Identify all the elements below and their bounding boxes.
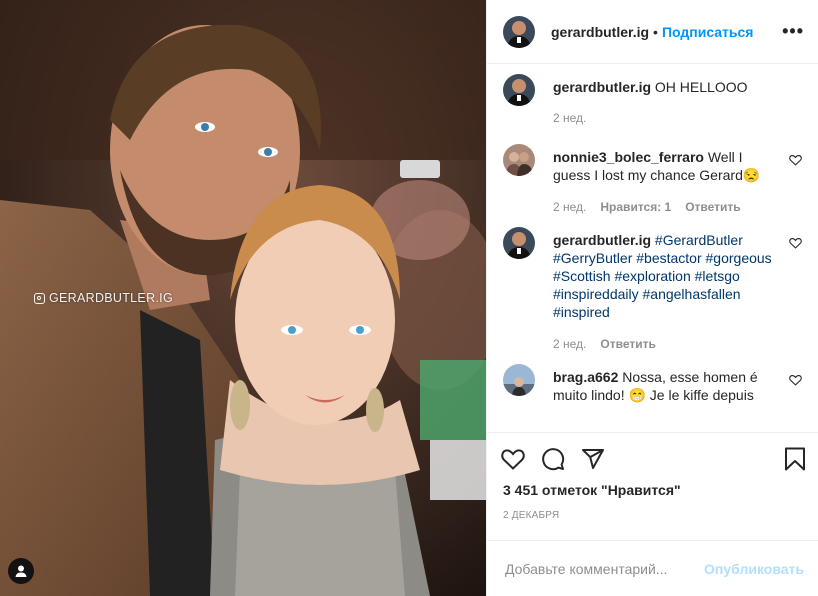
avatar-image — [503, 364, 535, 396]
user-tag-button[interactable] — [8, 558, 34, 584]
comment-username[interactable]: brag.a662 — [553, 369, 618, 385]
user-tag-icon — [15, 565, 27, 577]
comment-username[interactable]: gerardbutler.ig — [553, 79, 651, 95]
avatar-image — [503, 227, 535, 259]
comment-time[interactable]: 2 нед. — [553, 335, 586, 353]
list-item: nonnie3_bolec_ferraro Well I guess I los… — [503, 144, 802, 216]
likes-count[interactable]: 3 451 отметок "Нравится" — [487, 482, 818, 504]
comment-username[interactable]: gerardbutler.ig — [553, 232, 651, 248]
comment-input[interactable] — [503, 559, 705, 578]
reply-button[interactable]: Ответить — [685, 198, 740, 216]
comment-text: OH HELLOOO — [654, 79, 748, 95]
comment-username[interactable]: nonnie3_bolec_ferraro — [553, 149, 704, 165]
comment-icon[interactable] — [541, 447, 565, 471]
comment-time[interactable]: 2 нед. — [553, 109, 586, 127]
avatar-image — [503, 74, 535, 106]
instagram-icon — [34, 292, 45, 304]
post-header: gerardbutler.ig • Подписаться ••• — [487, 0, 818, 64]
avatar[interactable] — [503, 144, 535, 176]
reply-button[interactable]: Ответить — [600, 335, 655, 353]
post-sidebar: gerardbutler.ig • Подписаться ••• gerard… — [486, 0, 818, 596]
photo-watermark: GERARDBUTLER.IG — [34, 291, 173, 305]
watermark-text: GERARDBUTLER.IG — [49, 291, 173, 305]
heart-icon[interactable] — [789, 154, 802, 166]
post-photo[interactable]: GERARDBUTLER.IG — [0, 0, 486, 596]
publish-button[interactable]: Опубликовать — [704, 561, 804, 577]
avatar[interactable] — [503, 364, 535, 396]
comment-likes[interactable]: Нравится: 1 — [600, 198, 671, 216]
post-date[interactable]: 2 ДЕКАБРЯ — [487, 504, 818, 540]
post-actions — [487, 432, 818, 484]
heart-icon[interactable] — [789, 237, 802, 249]
heart-icon[interactable] — [789, 374, 802, 386]
separator-dot: • — [653, 23, 658, 40]
more-options-button[interactable]: ••• — [782, 21, 804, 42]
paper-plane-icon[interactable] — [581, 447, 605, 471]
list-item: gerardbutler.ig OH HELLOOO 2 нед. — [503, 74, 802, 127]
comments-list[interactable]: gerardbutler.ig OH HELLOOO 2 нед. nonnie… — [487, 64, 818, 432]
header-username[interactable]: gerardbutler.ig — [551, 24, 649, 40]
follow-button[interactable]: Подписаться — [662, 24, 754, 40]
bookmark-icon[interactable] — [784, 447, 806, 471]
list-item: brag.a662 Nossa, esse homen é muito lind… — [503, 364, 802, 404]
list-item: gerardbutler.ig #GerardButler #GerryButl… — [503, 227, 802, 353]
comment-time[interactable]: 2 нед. — [553, 198, 586, 216]
avatar[interactable] — [503, 74, 535, 106]
avatar[interactable] — [503, 15, 535, 48]
add-comment-bar: Опубликовать — [487, 540, 818, 596]
avatar[interactable] — [503, 227, 535, 259]
heart-icon[interactable] — [501, 448, 525, 470]
avatar-image — [503, 144, 535, 176]
avatar-image — [503, 15, 535, 48]
